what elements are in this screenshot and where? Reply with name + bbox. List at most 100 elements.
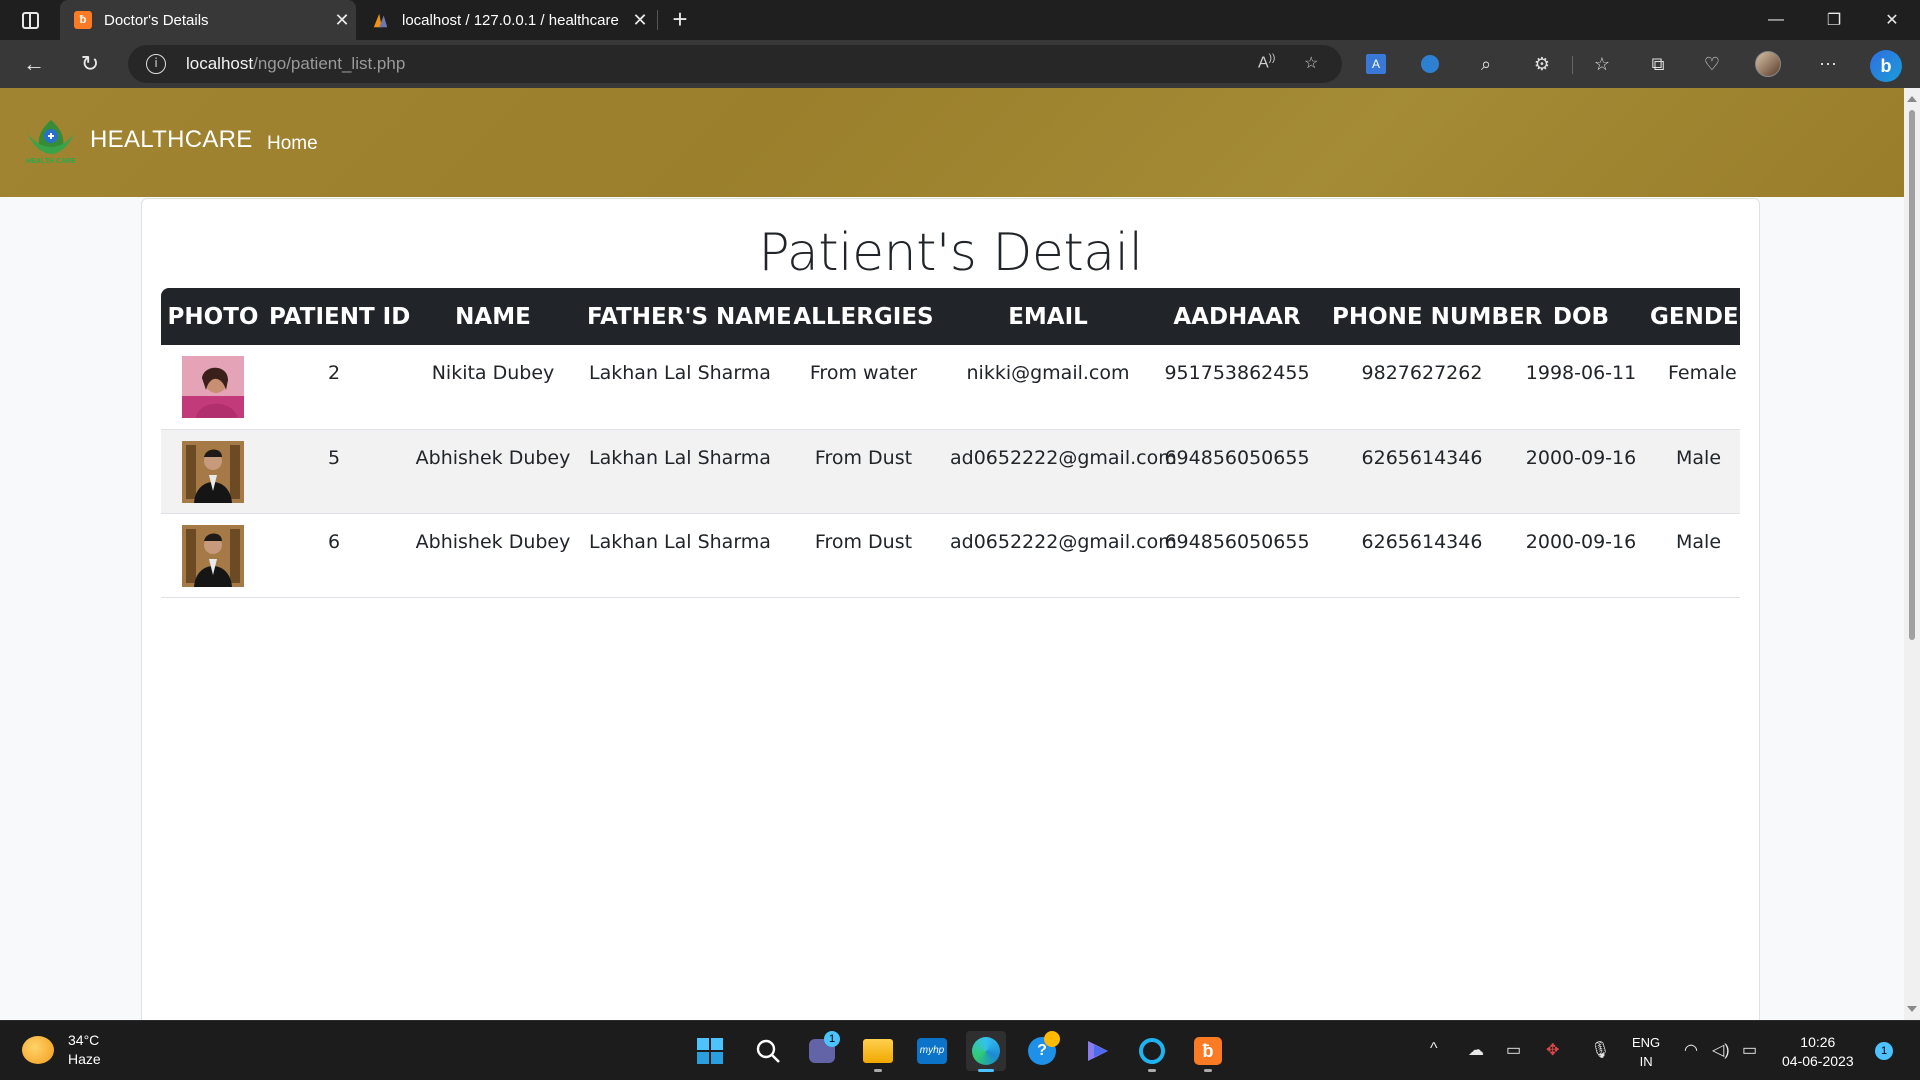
myhp-icon: myhp xyxy=(917,1038,947,1064)
cortana-app[interactable] xyxy=(1132,1031,1172,1072)
microphone-icon[interactable]: 🎙 xyxy=(1590,1040,1610,1060)
table-row: 5 Abhishek Dubey Lakhan Lal Sharma From … xyxy=(161,429,1740,514)
close-tab-icon[interactable]: ✕ xyxy=(626,10,654,31)
profile-avatar[interactable] xyxy=(1754,50,1782,78)
scrollbar-thumb[interactable] xyxy=(1909,110,1915,640)
email-cell: nikki@gmail.com xyxy=(950,345,1146,430)
file-explorer-app[interactable] xyxy=(858,1031,898,1072)
nav-link-home[interactable]: Home xyxy=(267,133,318,155)
page-viewport: HEALTH CARE HEALTHCARE Home Patient's De… xyxy=(0,88,1904,1020)
add-favorite-icon[interactable]: ☆ xyxy=(1304,53,1318,75)
xampp-icon: ƀ xyxy=(74,11,92,29)
table-header-row: PHOTO PATIENT ID NAME FATHER'S NAME ALLE… xyxy=(161,288,1740,345)
phpmyadmin-icon xyxy=(372,11,390,29)
windows-taskbar: 34°C Haze 1 myhp ? ƀ ^ ☁ ▭ ✥ 🎙 ENG IN ◠ … xyxy=(0,1020,1920,1080)
address-bar[interactable]: i localhost/ngo/patient_list.php A)) ☆ xyxy=(128,45,1342,83)
show-hidden-icons-chevron-icon[interactable]: ^ xyxy=(1430,1040,1438,1058)
table-row: 2 Nikita Dubey Lakhan Lal Sharma From wa… xyxy=(161,345,1740,430)
read-aloud-icon[interactable]: A)) xyxy=(1258,53,1275,75)
email-cell: ad0652222@gmail.com xyxy=(950,513,1177,598)
edge-icon xyxy=(972,1037,1000,1065)
browser-tab-bar: ƀ Doctor's Details ✕ localhost / 127.0.0… xyxy=(0,0,1920,40)
patient-table-wrapper: PHOTO PATIENT ID NAME FATHER'S NAME ALLE… xyxy=(161,288,1740,598)
battery-icon[interactable]: ▭ xyxy=(1742,1040,1757,1060)
scroll-up-arrow-icon[interactable] xyxy=(1907,96,1917,102)
patient-name-cell: Nikita Dubey xyxy=(403,345,583,430)
close-tab-icon[interactable]: ✕ xyxy=(328,10,356,31)
power-automate-app[interactable] xyxy=(1078,1031,1118,1071)
patient-id-cell: 6 xyxy=(265,513,403,598)
patient-photo[interactable] xyxy=(182,440,244,503)
volume-icon[interactable]: ◁) xyxy=(1712,1040,1730,1060)
column-header-name: NAME xyxy=(403,288,583,345)
tab-divider xyxy=(657,10,658,30)
notification-center-badge[interactable]: 1 xyxy=(1875,1042,1893,1060)
scroll-down-arrow-icon[interactable] xyxy=(1907,1006,1917,1012)
more-options-icon[interactable]: ⋯ xyxy=(1814,50,1842,78)
weather-description: Haze xyxy=(68,1051,101,1067)
url-text[interactable]: localhost/ngo/patient_list.php xyxy=(186,54,405,74)
translate-icon[interactable]: A xyxy=(1362,50,1390,78)
close-window-button[interactable]: ✕ xyxy=(1864,0,1920,40)
patient-photo[interactable] xyxy=(182,524,244,587)
table-row: 6 Abhishek Dubey Lakhan Lal Sharma From … xyxy=(161,513,1740,598)
aadhaar-cell: 951753862455 xyxy=(1146,345,1328,430)
wifi-icon[interactable]: ◠ xyxy=(1684,1040,1698,1060)
column-header-email: EMAIL xyxy=(950,288,1146,345)
folder-icon xyxy=(863,1039,893,1063)
svg-text:HEALTH CARE: HEALTH CARE xyxy=(26,158,76,165)
allergies-cell: From water xyxy=(777,345,950,430)
power-automate-icon xyxy=(1088,1041,1108,1061)
performance-heart-icon[interactable]: ♡ xyxy=(1698,50,1726,78)
search-button[interactable] xyxy=(748,1031,788,1071)
xampp-app[interactable]: ƀ xyxy=(1188,1031,1228,1072)
patient-id-cell: 2 xyxy=(265,345,403,430)
start-button[interactable] xyxy=(690,1031,730,1071)
site-navbar: HEALTH CARE HEALTHCARE Home xyxy=(0,88,1904,197)
column-header-phone-number: PHONE NUMBER xyxy=(1328,288,1542,345)
refresh-icon[interactable]: ↻ xyxy=(72,48,108,80)
photo-cell xyxy=(161,345,265,430)
weather-temperature: 34°C xyxy=(68,1032,100,1048)
myhp-app[interactable]: myhp xyxy=(912,1031,952,1071)
phone-cell: 9827627262 xyxy=(1328,345,1516,430)
weather-haze-icon xyxy=(22,1036,54,1064)
gender-cell: Male xyxy=(1646,513,1740,598)
tab-actions-icon[interactable] xyxy=(14,8,46,32)
collections-icon[interactable]: ⧉ xyxy=(1644,50,1672,78)
fathers-name-cell: Lakhan Lal Sharma xyxy=(583,429,777,514)
new-tab-button[interactable]: + xyxy=(664,4,696,36)
weather-widget[interactable]: 34°C Haze xyxy=(22,1031,101,1069)
fathers-name-cell: Lakhan Lal Sharma xyxy=(583,513,777,598)
minimize-button[interactable]: — xyxy=(1748,0,1804,40)
healthcare-logo[interactable]: HEALTH CARE xyxy=(22,114,80,166)
bing-copilot-icon[interactable]: b xyxy=(1868,48,1904,84)
get-help-app[interactable]: ? xyxy=(1022,1031,1062,1071)
edge-browser-app[interactable] xyxy=(966,1031,1006,1072)
device-cast-icon[interactable]: ▭ xyxy=(1506,1040,1521,1060)
system-clock[interactable]: 10:26 04-06-2023 xyxy=(1782,1033,1854,1071)
patient-id-cell: 5 xyxy=(265,429,403,514)
back-arrow-icon[interactable]: ← xyxy=(16,48,52,80)
dropbox-icon[interactable]: ✥ xyxy=(1546,1040,1559,1060)
allergies-cell: From Dust xyxy=(777,429,950,514)
page-scrollbar[interactable] xyxy=(1904,88,1920,1020)
tab-phpmyadmin[interactable]: localhost / 127.0.0.1 / healthcare ✕ xyxy=(358,0,654,40)
favorites-icon[interactable]: ☆ xyxy=(1588,50,1616,78)
patient-photo[interactable] xyxy=(182,356,244,418)
extensions-puzzle-icon[interactable]: ⚙ xyxy=(1528,50,1556,78)
dob-cell: 1998-06-11 xyxy=(1516,345,1646,430)
aadhaar-cell: 694856050655 xyxy=(1146,429,1328,514)
extension-icon[interactable] xyxy=(1416,50,1444,78)
screenshot-search-icon[interactable]: ⌕ xyxy=(1472,50,1500,78)
tab-doctors-details[interactable]: ƀ Doctor's Details ✕ xyxy=(60,0,356,40)
onedrive-offline-icon[interactable]: ☁ xyxy=(1468,1040,1484,1060)
fathers-name-cell: Lakhan Lal Sharma xyxy=(583,345,777,430)
teams-badge: 1 xyxy=(824,1031,840,1047)
site-info-icon[interactable]: i xyxy=(146,54,166,74)
restore-button[interactable]: ❐ xyxy=(1806,0,1862,40)
input-language-indicator[interactable]: ENG IN xyxy=(1632,1033,1660,1071)
brand-name[interactable]: HEALTHCARE xyxy=(90,126,253,154)
teams-chat-app[interactable]: 1 xyxy=(802,1031,842,1071)
patient-table: PHOTO PATIENT ID NAME FATHER'S NAME ALLE… xyxy=(161,288,1740,598)
